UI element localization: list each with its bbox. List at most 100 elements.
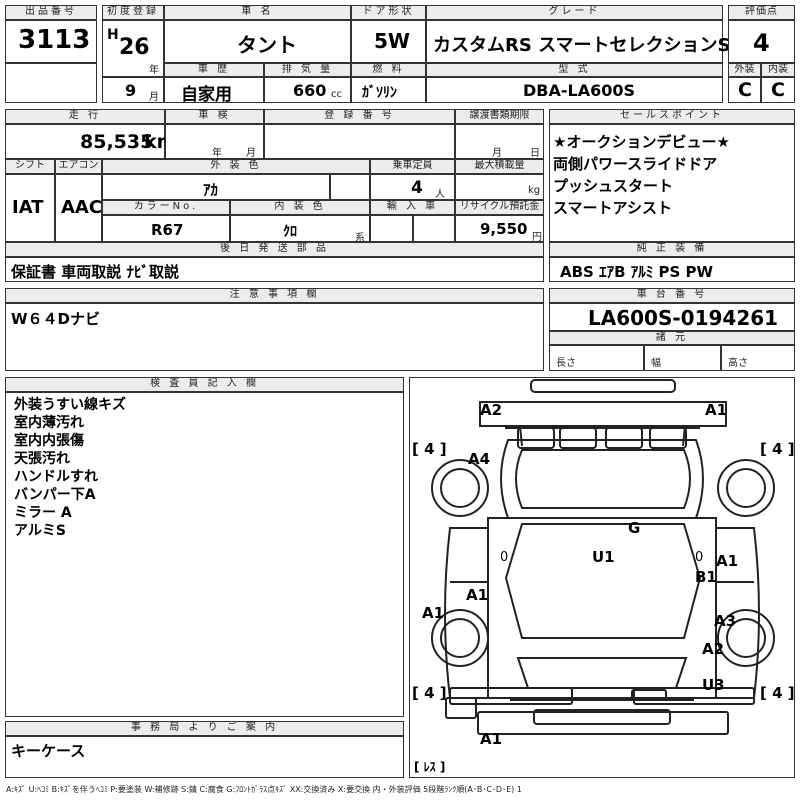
inspection-year-unit: 年: [212, 148, 222, 159]
color-no: R67: [151, 221, 184, 239]
lot-label: 出品番号: [5, 5, 97, 20]
car-name: タント: [237, 33, 297, 57]
width-label: 幅: [651, 358, 661, 369]
inspector-note: アルミS: [14, 523, 66, 539]
exterior-score: C: [738, 79, 752, 101]
sales-point-item: ★オークションデビュー★: [553, 133, 730, 151]
recycle-cell: 9,550 円: [455, 215, 544, 243]
damage-mark: U1: [592, 548, 615, 566]
damage-mark: A1: [705, 401, 728, 419]
displacement-label: 排 気 量: [264, 63, 351, 77]
damage-mark: A2: [480, 401, 503, 419]
ext-color-extra: [330, 174, 370, 200]
capacity-label: 乗車定員: [370, 159, 455, 174]
ext-color-cell: ｱｶ: [102, 174, 330, 200]
equipment-label: 純 正 装 備: [549, 242, 795, 257]
grade-cell: カスタムRS スマートセレクションSA: [426, 20, 744, 63]
inspection-month-unit: 月: [246, 148, 256, 159]
recycle-label: リサイクル預託金: [455, 200, 544, 215]
interior-cell: C: [761, 77, 795, 103]
era: H: [107, 27, 119, 43]
ext-color-label: 外 装 色: [102, 159, 370, 174]
damage-mark: A1: [466, 586, 489, 604]
car-name-label: 車 名: [164, 5, 351, 20]
tire-depth: [ 4 ]: [760, 684, 795, 702]
legend: A:ｷｽﾞ U:ﾍｺﾐ B:ｷｽﾞを伴うﾍｺﾐ P:要塗装 W:補修跡 S:錆 …: [6, 785, 522, 794]
history-cell: 自家用: [164, 77, 264, 105]
exterior-cell: C: [728, 77, 761, 103]
tire-depth: [ 4 ]: [412, 684, 447, 702]
damage-mark: A1: [422, 604, 445, 622]
height-label: 高さ: [728, 358, 748, 369]
aircon: AAC: [61, 197, 103, 218]
model: DBA-LA600S: [523, 81, 635, 100]
later-parts-label: 後 日 発 送 部 品: [5, 242, 544, 257]
color-no-label: カラーNo.: [102, 200, 230, 215]
transfer-day-unit: 日: [530, 148, 540, 159]
displacement-cell: 660 cc: [264, 77, 351, 103]
capacity-unit: 人: [435, 189, 445, 200]
shift: IAT: [12, 197, 44, 218]
damage-mark: A2: [702, 640, 725, 658]
first-reg-year: H 26 年: [102, 20, 164, 77]
import-cell-1: [370, 215, 413, 242]
first-reg-month: 9 月: [102, 77, 164, 103]
import-label: 輸 入 車: [370, 200, 455, 215]
door-label: ドア形状: [351, 5, 426, 20]
damage-mark: B1: [695, 568, 717, 586]
max-load-label: 最大積載量: [455, 159, 544, 174]
damage-mark: G: [628, 519, 641, 537]
inspector-note: 室内内張傷: [14, 433, 84, 449]
max-load-unit: kg: [528, 185, 541, 196]
score-label: 評価点: [728, 5, 795, 20]
interior-label: 内装: [761, 63, 795, 77]
length-cell: 長さ: [549, 345, 644, 371]
later-parts-cell: 保証書 車両取説 ﾅﾋﾞ取説: [5, 257, 544, 282]
aircon-cell: AAC: [55, 174, 102, 242]
damage-mark: U3: [702, 676, 725, 694]
equipment-cell: ABS ｴｱB ｱﾙﾐ PS PW: [549, 257, 795, 282]
zero-mark: 0: [695, 550, 704, 565]
chassis-number: LA600S-0194261: [588, 306, 779, 330]
damage-mark: A1: [480, 730, 503, 748]
mileage: 85,535: [80, 131, 154, 153]
inspector-note: 外装うすい線キズ: [14, 397, 126, 413]
recycle-unit: 円: [532, 232, 542, 243]
displacement-unit: cc: [331, 89, 342, 100]
capacity: 4: [411, 178, 423, 198]
max-load-cell: kg: [455, 174, 544, 200]
aircon-label: エアコン: [55, 159, 102, 174]
mileage-label: 走 行: [5, 109, 165, 124]
transfer-month-unit: 月: [492, 148, 502, 159]
model-label: 型 式: [426, 63, 723, 77]
shift-cell: IAT: [5, 174, 55, 242]
zero-mark: 0: [500, 550, 509, 565]
inspector-label: 検 査 員 記 入 欄: [5, 377, 404, 392]
grade: カスタムRS スマートセレクションSA: [433, 35, 745, 56]
grade-label: グレード: [426, 5, 723, 20]
sales-points-label: セールスポイント: [549, 109, 795, 124]
history-label: 車 歴: [164, 63, 264, 77]
sales-point-item: 両側パワースライドドア: [553, 155, 718, 173]
reg-month: 9: [125, 81, 137, 100]
office-label: 事 務 局 よ り ご 案 内: [5, 721, 404, 736]
office-cell: キーケース: [5, 736, 404, 778]
reg-year: 26: [119, 35, 150, 60]
model-cell: DBA-LA600S: [426, 77, 723, 103]
damage-mark: A1: [716, 552, 739, 570]
mileage-cell: 85,535 km: [5, 124, 176, 159]
history: 自家用: [181, 85, 232, 105]
inspector-note: バンパー下A: [14, 487, 96, 503]
inspection-cell: 年 月: [165, 124, 264, 159]
displacement: 660: [293, 81, 327, 100]
door-cell: 5W: [351, 20, 426, 63]
chassis-cell: LA600S-0194261: [549, 303, 795, 331]
inspection-label: 車 検: [165, 109, 264, 124]
sales-points-cell: ★オークションデビュー★ 両側パワースライドドア プッシュスタート スマートアシ…: [549, 124, 795, 242]
exterior-label: 外装: [728, 63, 761, 77]
inspector-cell: 外装うすい線キズ 室内薄汚れ 室内内張傷 天張汚れ ハンドルすれ バンパー下A …: [5, 392, 404, 717]
fuel-label: 燃 料: [351, 63, 426, 77]
score: 4: [753, 29, 770, 57]
inspector-note: 室内薄汚れ: [14, 415, 84, 431]
tire-depth: [ 4 ]: [412, 440, 447, 458]
